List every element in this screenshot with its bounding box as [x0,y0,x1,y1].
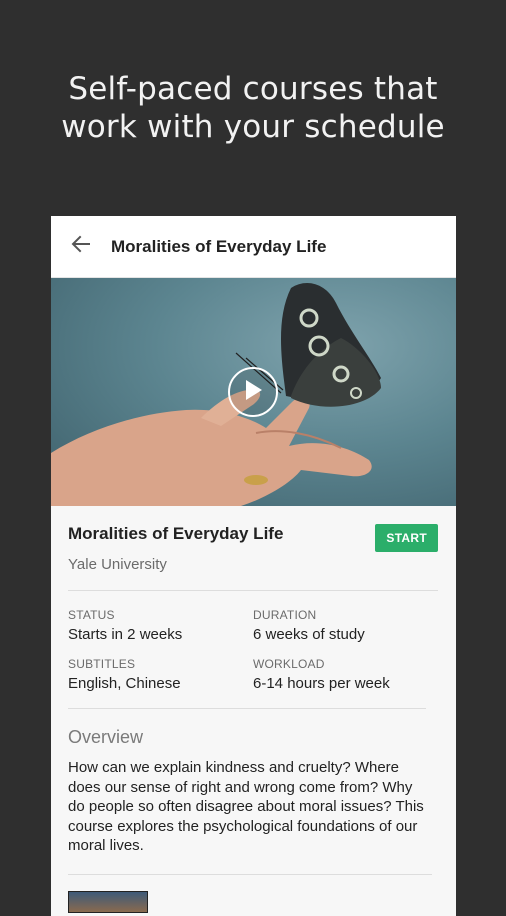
fact-value: 6-14 hours per week [253,675,390,692]
fact-value: Starts in 2 weeks [68,626,183,643]
fact-label: WORKLOAD [253,657,325,671]
arrow-left-icon [71,234,91,259]
fact-subtitles: SUBTITLES English, Chinese [68,657,253,692]
fact-workload: WORKLOAD 6-14 hours per week [253,657,423,692]
fact-label: SUBTITLES [68,657,136,671]
play-button[interactable] [228,367,278,417]
fact-value: English, Chinese [68,675,181,692]
course-facts: STATUS Starts in 2 weeks DURATION 6 week… [68,591,426,709]
instructor-avatar[interactable] [68,890,148,913]
promo-headline: Self-paced courses that work with your s… [0,70,506,146]
app-bar: Moralities of Everyday Life [51,216,456,278]
fact-duration: DURATION 6 weeks of study [253,608,423,643]
promo-headline-line2: work with your schedule [61,109,445,145]
course-university[interactable]: Yale University [68,556,438,573]
promo-headline-line1: Self-paced courses that [68,71,438,107]
play-icon [243,379,263,406]
app-screen: Moralities of Everyday Life Moralities o… [51,216,456,916]
course-details: Moralities of Everyday Life Yale Univers… [51,506,456,913]
fact-label: DURATION [253,608,317,622]
back-button[interactable] [51,216,111,277]
overview-heading: Overview [68,727,144,747]
overview-text: How can we explain kindness and cruelty?… [68,758,432,875]
course-video[interactable] [51,278,456,506]
fact-label: STATUS [68,608,115,622]
course-header: Moralities of Everyday Life Yale Univers… [68,506,438,591]
appbar-title: Moralities of Everyday Life [111,236,327,256]
fact-value: 6 weeks of study [253,626,365,643]
start-button[interactable]: START [375,524,438,552]
fact-status: STATUS Starts in 2 weeks [68,608,253,643]
